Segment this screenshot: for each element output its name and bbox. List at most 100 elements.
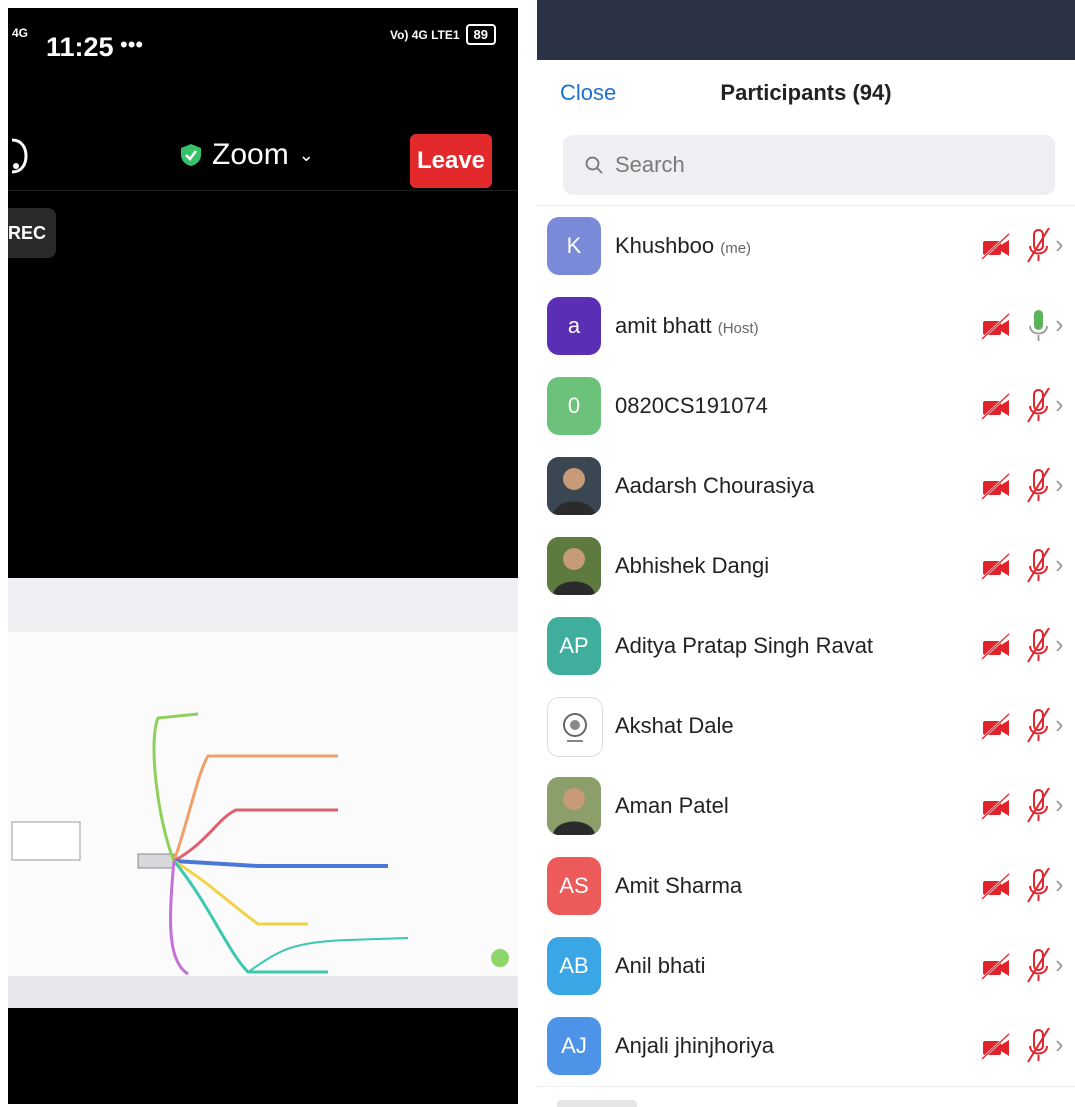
- status-bar: 4G 11:25 ••• Vo) 4G LTE1 89: [8, 8, 518, 78]
- participant-name-text: 0820CS191074: [615, 393, 768, 418]
- participant-row[interactable]: a amit bhatt (Host) ›: [537, 286, 1075, 367]
- participant-row[interactable]: AS Amit Sharma ›: [537, 846, 1075, 927]
- bottom-button[interactable]: [557, 1100, 637, 1107]
- more-notifications-icon: •••: [120, 32, 144, 57]
- avatar: [547, 777, 601, 835]
- avatar-initials: AS: [559, 873, 589, 898]
- participant-name-text: Aditya Pratap Singh Ravat: [615, 633, 874, 658]
- participant-row[interactable]: AJ Anjali jhinjhoriya ›: [537, 1006, 1075, 1087]
- meeting-title-dropdown[interactable]: Zoom ⌄: [180, 138, 314, 172]
- participant-name-text: Amit Sharma: [615, 873, 743, 898]
- participant-name: Aadarsh Chourasiya: [615, 473, 814, 499]
- participant-name: Aman Patel: [615, 793, 729, 819]
- recording-badge: REC: [8, 208, 56, 258]
- participant-name: 0820CS191074: [615, 393, 768, 419]
- participant-name: amit bhatt (Host): [615, 313, 759, 339]
- video-off-icon: [981, 793, 1010, 820]
- video-off-icon: [981, 553, 1010, 580]
- clock: 11:25: [46, 32, 114, 62]
- participant-row[interactable]: Aman Patel ›: [537, 766, 1075, 847]
- search-icon: [585, 156, 603, 174]
- avatar: AP: [547, 617, 601, 675]
- avatar: 0: [547, 377, 601, 435]
- chevron-right-icon: ›: [1055, 469, 1064, 499]
- participant-name: Akshat Dale: [615, 713, 734, 739]
- meeting-title: Zoom: [212, 138, 289, 171]
- avatar: [547, 457, 601, 515]
- participant-row[interactable]: AB Anil bhati ›: [537, 926, 1075, 1007]
- participant-name: Amit Sharma: [615, 873, 742, 899]
- microphone-muted-icon: [1027, 1027, 1050, 1063]
- participant-name: Aditya Pratap Singh Ravat: [615, 633, 873, 659]
- chevron-right-icon: ›: [1055, 549, 1064, 579]
- meeting-top-bar: Zoom ⌄ Leave: [8, 116, 518, 196]
- signal-indicator: 4G: [12, 26, 29, 40]
- microphone-muted-icon: [1027, 707, 1050, 743]
- chevron-right-icon: ›: [1055, 949, 1064, 979]
- participant-name-text: amit bhatt: [615, 313, 712, 338]
- video-off-icon: [981, 473, 1010, 500]
- battery-icon: 89: [465, 24, 496, 45]
- shield-check-icon: [181, 144, 201, 166]
- participant-name-text: Anil bhati: [615, 953, 706, 978]
- microphone-muted-icon: [1027, 227, 1050, 263]
- avatar-initials: AJ: [561, 1033, 587, 1058]
- microphone-on-icon: [1029, 310, 1048, 341]
- microphone-muted-icon: [1027, 787, 1050, 823]
- microphone-muted-icon: [1027, 627, 1050, 663]
- chevron-right-icon: ›: [1055, 229, 1064, 259]
- participant-name: Khushboo (me): [615, 233, 751, 259]
- shared-mindmap-image: [8, 622, 518, 976]
- participant-role: (Host): [717, 320, 759, 337]
- page-title: Participants (94): [720, 80, 892, 105]
- chevron-right-icon: ›: [1055, 629, 1064, 659]
- video-off-icon: [981, 1033, 1010, 1060]
- video-off-icon: [981, 953, 1010, 980]
- avatar-initials: AB: [559, 953, 589, 978]
- participant-name-text: Khushboo: [615, 233, 715, 258]
- avatar-initials: AP: [559, 633, 589, 658]
- chevron-right-icon: ›: [1055, 789, 1064, 819]
- participant-name-text: Aman Patel: [615, 793, 729, 818]
- participant-name-text: Abhishek Dangi: [615, 553, 770, 578]
- audio-output-icon[interactable]: [10, 136, 30, 176]
- participant-row[interactable]: AP Aditya Pratap Singh Ravat ›: [537, 606, 1075, 687]
- participant-role: (me): [720, 240, 752, 257]
- participant-name: Anjali jhinjhoriya: [615, 1033, 774, 1059]
- microphone-muted-icon: [1027, 867, 1050, 903]
- participant-row[interactable]: Abhishek Dangi ›: [537, 526, 1075, 607]
- profile-photo-icon: [547, 537, 601, 595]
- network-indicator: Vo) 4G LTE1: [389, 27, 460, 42]
- participant-row[interactable]: Akshat Dale ›: [537, 686, 1075, 767]
- video-off-icon: [981, 633, 1010, 660]
- profile-photo-icon: [547, 777, 601, 835]
- video-off-icon: [981, 313, 1010, 340]
- participants-screen: Close Participants (94) K Khushboo (me) › a…: [537, 0, 1075, 1107]
- avatar: AS: [547, 857, 601, 915]
- avatar-initials: K: [566, 233, 582, 258]
- avatar-initials: a: [567, 313, 581, 338]
- participants-header: Close Participants (94): [537, 60, 1075, 130]
- profile-photo-icon: [547, 457, 601, 515]
- avatar-initials: 0: [567, 393, 581, 418]
- participant-row[interactable]: K Khushboo (me) ›: [537, 206, 1075, 287]
- search-bar[interactable]: [563, 135, 1055, 195]
- divider: [8, 190, 518, 191]
- avatar: K: [547, 217, 601, 275]
- participant-name: Abhishek Dangi: [615, 553, 769, 579]
- participant-row[interactable]: Aadarsh Chourasiya ›: [537, 446, 1075, 527]
- microphone-muted-icon: [1027, 387, 1050, 423]
- shared-screen: [8, 578, 518, 1008]
- participant-name-text: Anjali jhinjhoriya: [615, 1033, 774, 1058]
- microphone-muted-icon: [1027, 467, 1050, 503]
- video-off-icon: [981, 393, 1010, 420]
- search-input[interactable]: [613, 151, 1037, 179]
- video-off-icon: [981, 713, 1010, 740]
- avatar: [547, 697, 603, 757]
- leave-button[interactable]: Leave: [410, 134, 492, 188]
- chevron-right-icon: ›: [1055, 869, 1064, 899]
- video-off-icon: [981, 233, 1010, 260]
- chevron-right-icon: ›: [1055, 709, 1064, 739]
- microphone-muted-icon: [1027, 547, 1050, 583]
- participant-row[interactable]: 0 0820CS191074 ›: [537, 366, 1075, 447]
